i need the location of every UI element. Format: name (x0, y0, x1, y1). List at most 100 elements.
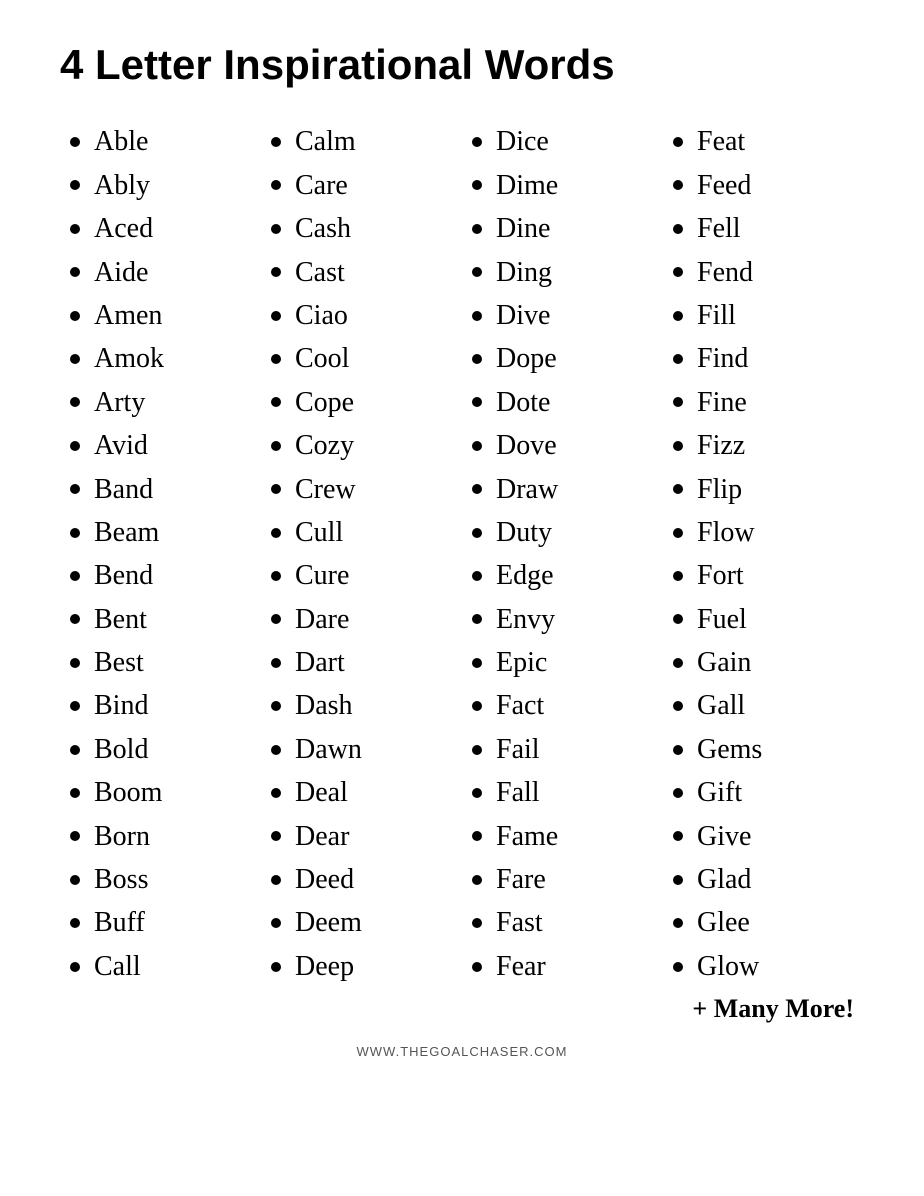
bullet-icon (271, 180, 281, 190)
bullet-icon (271, 354, 281, 364)
word-label: Beam (94, 511, 159, 554)
list-item: Flow (673, 511, 854, 554)
bullet-icon (472, 441, 482, 451)
word-label: Born (94, 815, 150, 858)
word-label: Bend (94, 554, 153, 597)
word-label: Fare (496, 858, 546, 901)
bullet-icon (673, 267, 683, 277)
list-item: Gain (673, 641, 854, 684)
word-label: Epic (496, 641, 547, 684)
list-item: Glad (673, 858, 854, 901)
bullet-icon (673, 180, 683, 190)
word-label: Fort (697, 554, 744, 597)
bullet-icon (673, 831, 683, 841)
bullet-icon (472, 658, 482, 668)
word-label: Dice (496, 120, 549, 163)
bullet-icon (673, 441, 683, 451)
word-label: Bold (94, 728, 148, 771)
bullet-icon (271, 701, 281, 711)
word-label: Crew (295, 468, 356, 511)
bullet-icon (271, 788, 281, 798)
word-label: Dare (295, 598, 349, 641)
bullet-icon (472, 918, 482, 928)
bullet-icon (271, 267, 281, 277)
word-label: Fizz (697, 424, 745, 467)
bullet-icon (271, 571, 281, 581)
bullet-icon (70, 180, 80, 190)
word-label: Aced (94, 207, 153, 250)
bullet-icon (271, 528, 281, 538)
bullet-icon (70, 701, 80, 711)
bullet-icon (70, 875, 80, 885)
bullet-icon (472, 614, 482, 624)
word-label: Cozy (295, 424, 354, 467)
bullet-icon (70, 441, 80, 451)
footer-url: WWW.THEGOALCHASER.COM (60, 1044, 864, 1059)
list-item: Dice (472, 120, 653, 163)
word-label: Dive (496, 294, 550, 337)
word-label: Flip (697, 468, 742, 511)
bullet-icon (673, 528, 683, 538)
word-label: Glee (697, 901, 750, 944)
word-label: Fast (496, 901, 543, 944)
word-label: Fall (496, 771, 540, 814)
list-item: Epic (472, 641, 653, 684)
list-item: Cozy (271, 424, 452, 467)
word-label: Amen (94, 294, 162, 337)
list-item: Cull (271, 511, 452, 554)
bullet-icon (472, 354, 482, 364)
word-label: Gall (697, 684, 745, 727)
list-item: Dove (472, 424, 653, 467)
word-label: Cure (295, 554, 349, 597)
word-label: Fend (697, 251, 753, 294)
bullet-icon (271, 745, 281, 755)
list-item: Dare (271, 598, 452, 641)
bullet-icon (70, 267, 80, 277)
bullet-icon (70, 962, 80, 972)
list-item: Fall (472, 771, 653, 814)
list-item: Dive (472, 294, 653, 337)
list-item: Buff (70, 901, 251, 944)
list-item: Dope (472, 337, 653, 380)
bullet-icon (472, 788, 482, 798)
list-item: Fuel (673, 598, 854, 641)
bullet-icon (673, 701, 683, 711)
list-item: Fact (472, 684, 653, 727)
bullet-icon (271, 441, 281, 451)
list-item: Glow (673, 945, 854, 988)
bullet-icon (472, 267, 482, 277)
word-label: Fill (697, 294, 736, 337)
bullet-icon (472, 701, 482, 711)
word-label: Cull (295, 511, 343, 554)
bullet-icon (673, 614, 683, 624)
word-label: Call (94, 945, 141, 988)
list-item: Cool (271, 337, 452, 380)
list-item: Cure (271, 554, 452, 597)
list-item: Crew (271, 468, 452, 511)
list-item: Cash (271, 207, 452, 250)
word-label: Gems (697, 728, 762, 771)
bullet-icon (70, 788, 80, 798)
word-label: Fail (496, 728, 540, 771)
bullet-icon (70, 137, 80, 147)
bullet-icon (673, 658, 683, 668)
bullet-icon (472, 962, 482, 972)
list-item: Fizz (673, 424, 854, 467)
word-label: Dash (295, 684, 353, 727)
bullet-icon (70, 918, 80, 928)
word-label: Care (295, 164, 348, 207)
word-label: Able (94, 120, 148, 163)
list-item: Cope (271, 381, 452, 424)
bullet-icon (70, 528, 80, 538)
word-column-3: DiceDimeDineDingDiveDopeDoteDoveDrawDuty… (462, 120, 663, 988)
word-label: Fear (496, 945, 546, 988)
word-label: Avid (94, 424, 148, 467)
list-item: Aced (70, 207, 251, 250)
list-item: Boss (70, 858, 251, 901)
list-item: Born (70, 815, 251, 858)
word-label: Amok (94, 337, 164, 380)
word-label: Glow (697, 945, 759, 988)
bullet-icon (70, 224, 80, 234)
word-label: Dart (295, 641, 345, 684)
word-grid: AbleAblyAcedAideAmenAmokArtyAvidBandBeam… (60, 120, 864, 988)
